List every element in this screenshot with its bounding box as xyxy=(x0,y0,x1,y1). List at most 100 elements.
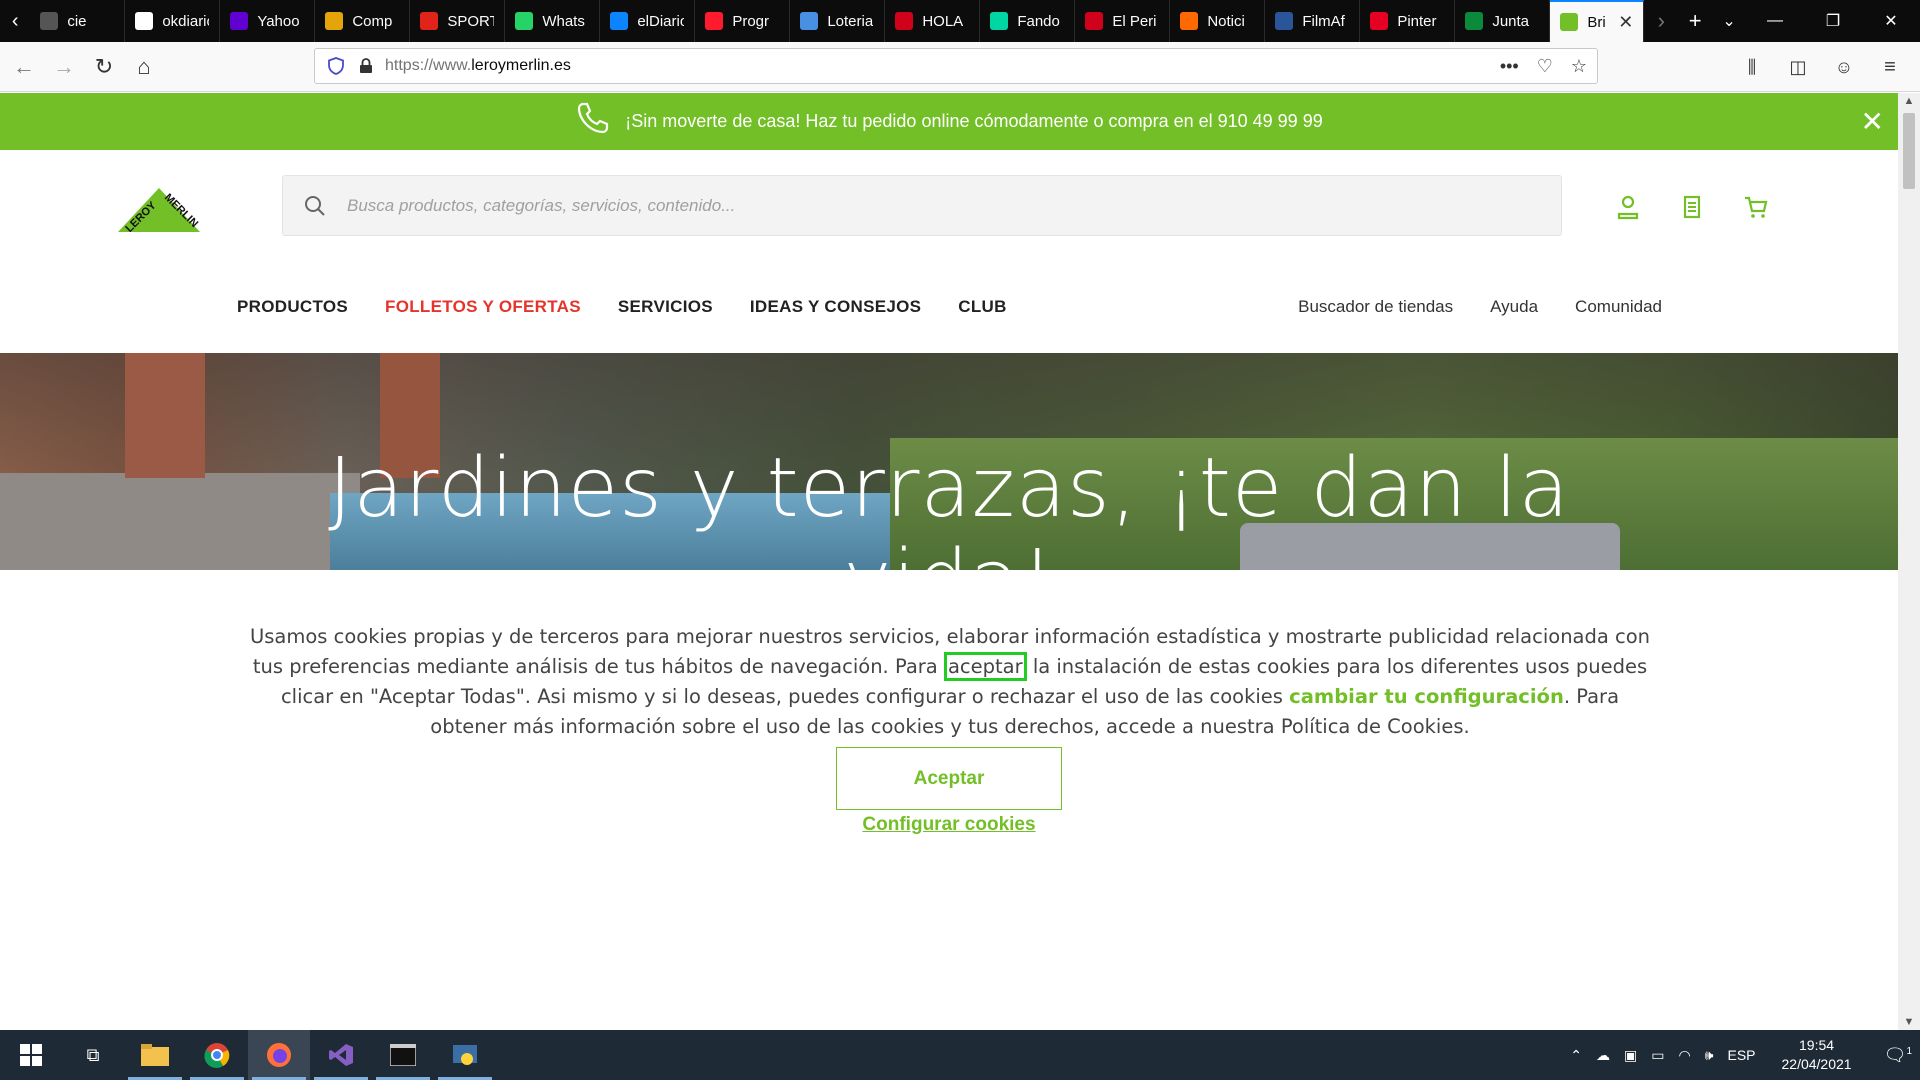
tracking-shield-icon[interactable] xyxy=(325,57,347,75)
tab-label: Whats xyxy=(542,12,585,30)
browser-tab[interactable]: SPORT xyxy=(410,0,506,42)
menu-icon[interactable]: ≡ xyxy=(1870,47,1910,87)
browser-tab[interactable]: cie xyxy=(30,0,126,42)
tab-scroll-left-icon[interactable]: ‹ xyxy=(0,0,30,42)
clock[interactable]: 19:54 22/04/2021 xyxy=(1782,1036,1852,1074)
search-icon[interactable] xyxy=(303,194,327,218)
leroy-tab-icon xyxy=(1560,13,1579,31)
search-input[interactable] xyxy=(347,195,1447,216)
tab-scroll-right-icon[interactable]: › xyxy=(1644,0,1678,42)
browser-tab[interactable]: Yahoo xyxy=(220,0,316,42)
browser-tab[interactable]: Whats xyxy=(505,0,601,42)
browser-tab[interactable]: HOLA xyxy=(885,0,981,42)
page-actions-icon[interactable]: ••• xyxy=(1500,56,1519,77)
nav-store-finder[interactable]: Buscador de tiendas xyxy=(1298,297,1453,317)
minimize-icon[interactable]: — xyxy=(1746,0,1804,42)
tab-label: Bri xyxy=(1587,13,1606,31)
shopping-list-icon[interactable] xyxy=(1679,194,1705,220)
whatsapp-icon xyxy=(515,12,534,30)
system-tray: ⌃ ☁ ▣ ▭ ◠ 🕪 ESP 19:54 22/04/2021 🗨1 xyxy=(1570,1036,1920,1074)
show-hidden-icons-icon[interactable]: ⌃ xyxy=(1570,1047,1582,1064)
onedrive-icon[interactable]: ☁ xyxy=(1596,1047,1610,1064)
file-explorer-icon[interactable] xyxy=(124,1030,186,1080)
firefox-icon[interactable] xyxy=(248,1030,310,1080)
browser-tab[interactable]: Notici xyxy=(1170,0,1266,42)
account-icon[interactable]: ☺ xyxy=(1824,47,1864,87)
language-indicator[interactable]: ESP xyxy=(1727,1047,1755,1063)
navigation-toolbar: ← → ↻ ⌂ https://www. leroymerlin.es ••• ♡… xyxy=(0,42,1920,92)
browser-tab[interactable]: FilmAf xyxy=(1265,0,1361,42)
user-account-icon[interactable] xyxy=(1615,194,1641,220)
reload-icon[interactable]: ↻ xyxy=(84,47,124,87)
tab-label: SPORT xyxy=(447,12,495,30)
browser-tab[interactable]: Loteria xyxy=(790,0,886,42)
library-icon[interactable]: ⫼ xyxy=(1732,47,1772,87)
nav-club[interactable]: CLUB xyxy=(958,297,1006,317)
nav-servicios[interactable]: SERVICIOS xyxy=(618,297,713,317)
nav-help[interactable]: Ayuda xyxy=(1490,297,1538,317)
close-tab-icon[interactable]: ✕ xyxy=(1618,12,1633,33)
browser-tab[interactable]: El Peri xyxy=(1075,0,1171,42)
task-view-icon[interactable]: ⧉ xyxy=(62,1030,124,1080)
back-arrow-icon[interactable]: ← xyxy=(4,47,44,87)
python-app-icon[interactable] xyxy=(434,1030,496,1080)
lock-icon[interactable] xyxy=(355,58,377,74)
pocket-icon[interactable]: ♡ xyxy=(1537,56,1553,77)
site-header: LEROY MERLIN xyxy=(0,150,1898,277)
browser-tab[interactable]: Progr xyxy=(695,0,791,42)
hola-icon xyxy=(895,12,914,30)
wifi-icon[interactable]: ◠ xyxy=(1678,1047,1690,1064)
terminal-icon[interactable] xyxy=(372,1030,434,1080)
tab-label: Yahoo xyxy=(257,12,300,30)
nav-folletos-ofertas[interactable]: FOLLETOS Y OFERTAS xyxy=(385,297,581,317)
eldiario-icon xyxy=(610,12,629,30)
scroll-up-icon[interactable]: ▲ xyxy=(1898,95,1920,107)
tab-label: cie xyxy=(67,12,87,30)
sidebar-icon[interactable]: ◫ xyxy=(1778,47,1818,87)
nav-productos[interactable]: PRODUCTOS xyxy=(237,297,348,317)
nav-ideas-consejos[interactable]: IDEAS Y CONSEJOS xyxy=(750,297,921,317)
promo-text: ¡Sin moverte de casa! Haz tu pedido onli… xyxy=(625,111,1323,131)
main-navigation: PRODUCTOS FOLLETOS Y OFERTAS SERVICIOS I… xyxy=(0,277,1898,337)
hero-banner[interactable]: Jardines y terrazas, ¡te dan la vida! xyxy=(0,353,1898,570)
okdiario-icon xyxy=(135,12,154,30)
url-bar[interactable]: https://www. leroymerlin.es ••• ♡ ☆ xyxy=(314,48,1598,84)
browser-tab[interactable]: Bri ✕ xyxy=(1550,0,1645,42)
device-icon[interactable]: ▣ xyxy=(1624,1047,1637,1064)
restore-icon[interactable]: ❐ xyxy=(1804,0,1862,42)
browser-tab[interactable]: Comp xyxy=(315,0,411,42)
junta-icon xyxy=(1465,12,1484,30)
change-settings-link[interactable]: cambiar tu configuración xyxy=(1289,685,1564,708)
accept-cookies-button[interactable]: Aceptar xyxy=(836,747,1062,810)
tab-label: FilmAf xyxy=(1302,12,1345,30)
close-window-icon[interactable]: ✕ xyxy=(1862,0,1920,42)
rtve-icon xyxy=(1180,12,1199,30)
leroy-merlin-logo[interactable]: LEROY MERLIN xyxy=(114,180,204,244)
volume-icon[interactable]: 🕪 xyxy=(1705,1047,1714,1064)
forward-arrow-icon[interactable]: → xyxy=(44,47,84,87)
scroll-down-icon[interactable]: ▼ xyxy=(1898,1016,1920,1028)
list-all-tabs-icon[interactable]: ⌄ xyxy=(1712,0,1746,42)
windows-start-icon[interactable] xyxy=(0,1030,62,1080)
battery-icon[interactable]: ▭ xyxy=(1651,1047,1664,1064)
cart-icon[interactable] xyxy=(1743,194,1769,220)
cookie-consent-panel: Usamos cookies propias y de terceros par… xyxy=(0,570,1898,1001)
chrome-icon[interactable] xyxy=(186,1030,248,1080)
new-tab-icon[interactable]: + xyxy=(1678,0,1712,42)
visual-studio-icon[interactable] xyxy=(310,1030,372,1080)
close-banner-icon[interactable]: ✕ xyxy=(1861,105,1884,138)
browser-tab[interactable]: Fando xyxy=(980,0,1076,42)
bookmark-star-icon[interactable]: ☆ xyxy=(1571,56,1587,77)
browser-tab[interactable]: elDiario xyxy=(600,0,696,42)
browser-tab[interactable]: Junta xyxy=(1455,0,1551,42)
browser-tab[interactable]: Pinter xyxy=(1360,0,1456,42)
aceptar-link[interactable]: aceptar xyxy=(943,652,1027,681)
page-scrollbar[interactable]: ▲ ▼ xyxy=(1898,93,1920,1030)
home-icon[interactable]: ⌂ xyxy=(124,47,164,87)
nav-community[interactable]: Comunidad xyxy=(1575,297,1662,317)
browser-tab[interactable]: okdiario xyxy=(125,0,221,42)
search-box[interactable] xyxy=(282,175,1562,236)
notification-center-icon[interactable]: 🗨1 xyxy=(1884,1045,1912,1066)
tab-list: cie okdiario Yahoo Comp SPORT Whats elDiario Pr… xyxy=(30,0,1645,42)
scrollbar-thumb[interactable] xyxy=(1903,113,1915,189)
